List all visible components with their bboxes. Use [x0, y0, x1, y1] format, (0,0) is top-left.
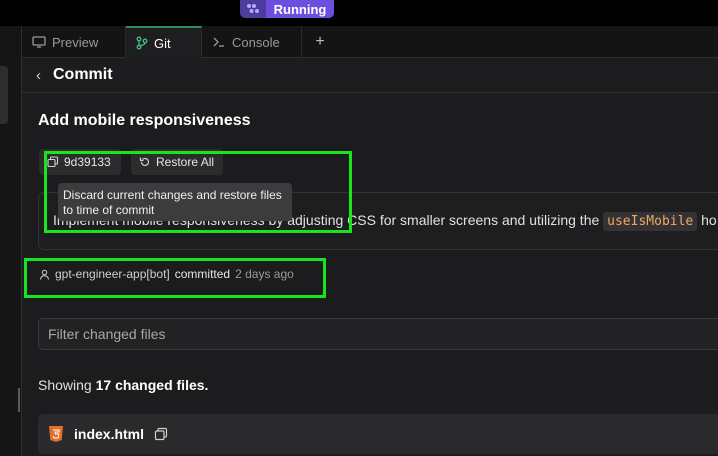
left-pane-scroll-indicator	[0, 66, 8, 124]
tab-bar: Preview Git Console +	[22, 26, 718, 58]
tab-git-label: Git	[154, 35, 171, 51]
resize-handle[interactable]	[18, 388, 20, 412]
tab-preview[interactable]: Preview	[22, 26, 126, 58]
commit-title: Add mobile responsiveness	[38, 112, 251, 129]
running-status-badge[interactable]: Running	[266, 0, 334, 18]
page-title: Commit	[53, 66, 113, 83]
tab-console-label: Console	[232, 34, 280, 50]
tab-preview-label: Preview	[52, 34, 99, 50]
highlight-box-author	[24, 258, 326, 298]
copy-icon[interactable]	[154, 427, 168, 441]
file-name: index.html	[74, 426, 145, 442]
commit-panel: ‹ Commit Add mobile responsiveness 9d391…	[22, 58, 718, 456]
changed-files-summary: Showing 17 changed files.	[38, 377, 208, 393]
changed-files-count: 17	[95, 377, 112, 393]
back-chevron-icon[interactable]: ‹	[36, 67, 41, 84]
file-item[interactable]: index.html	[38, 414, 718, 454]
add-tab-button[interactable]: +	[302, 26, 338, 58]
app-logo-icon	[240, 0, 266, 18]
tab-git[interactable]: Git	[126, 26, 202, 58]
commit-header: ‹ Commit	[22, 58, 718, 93]
filter-files-input[interactable]: Filter changed files	[38, 318, 718, 350]
summary-prefix: Showing	[38, 377, 92, 393]
left-pane	[0, 26, 22, 456]
tab-console[interactable]: Console	[202, 26, 302, 58]
monitor-icon	[32, 36, 46, 48]
summary-suffix: changed files.	[115, 377, 209, 393]
html5-icon	[49, 426, 63, 442]
description-code: useIsMobile	[603, 212, 698, 231]
highlight-box-restore	[44, 151, 352, 233]
git-branch-icon	[136, 36, 148, 50]
terminal-icon	[213, 37, 224, 47]
top-bar: Running	[0, 0, 718, 26]
description-suffix: ho	[701, 212, 717, 228]
